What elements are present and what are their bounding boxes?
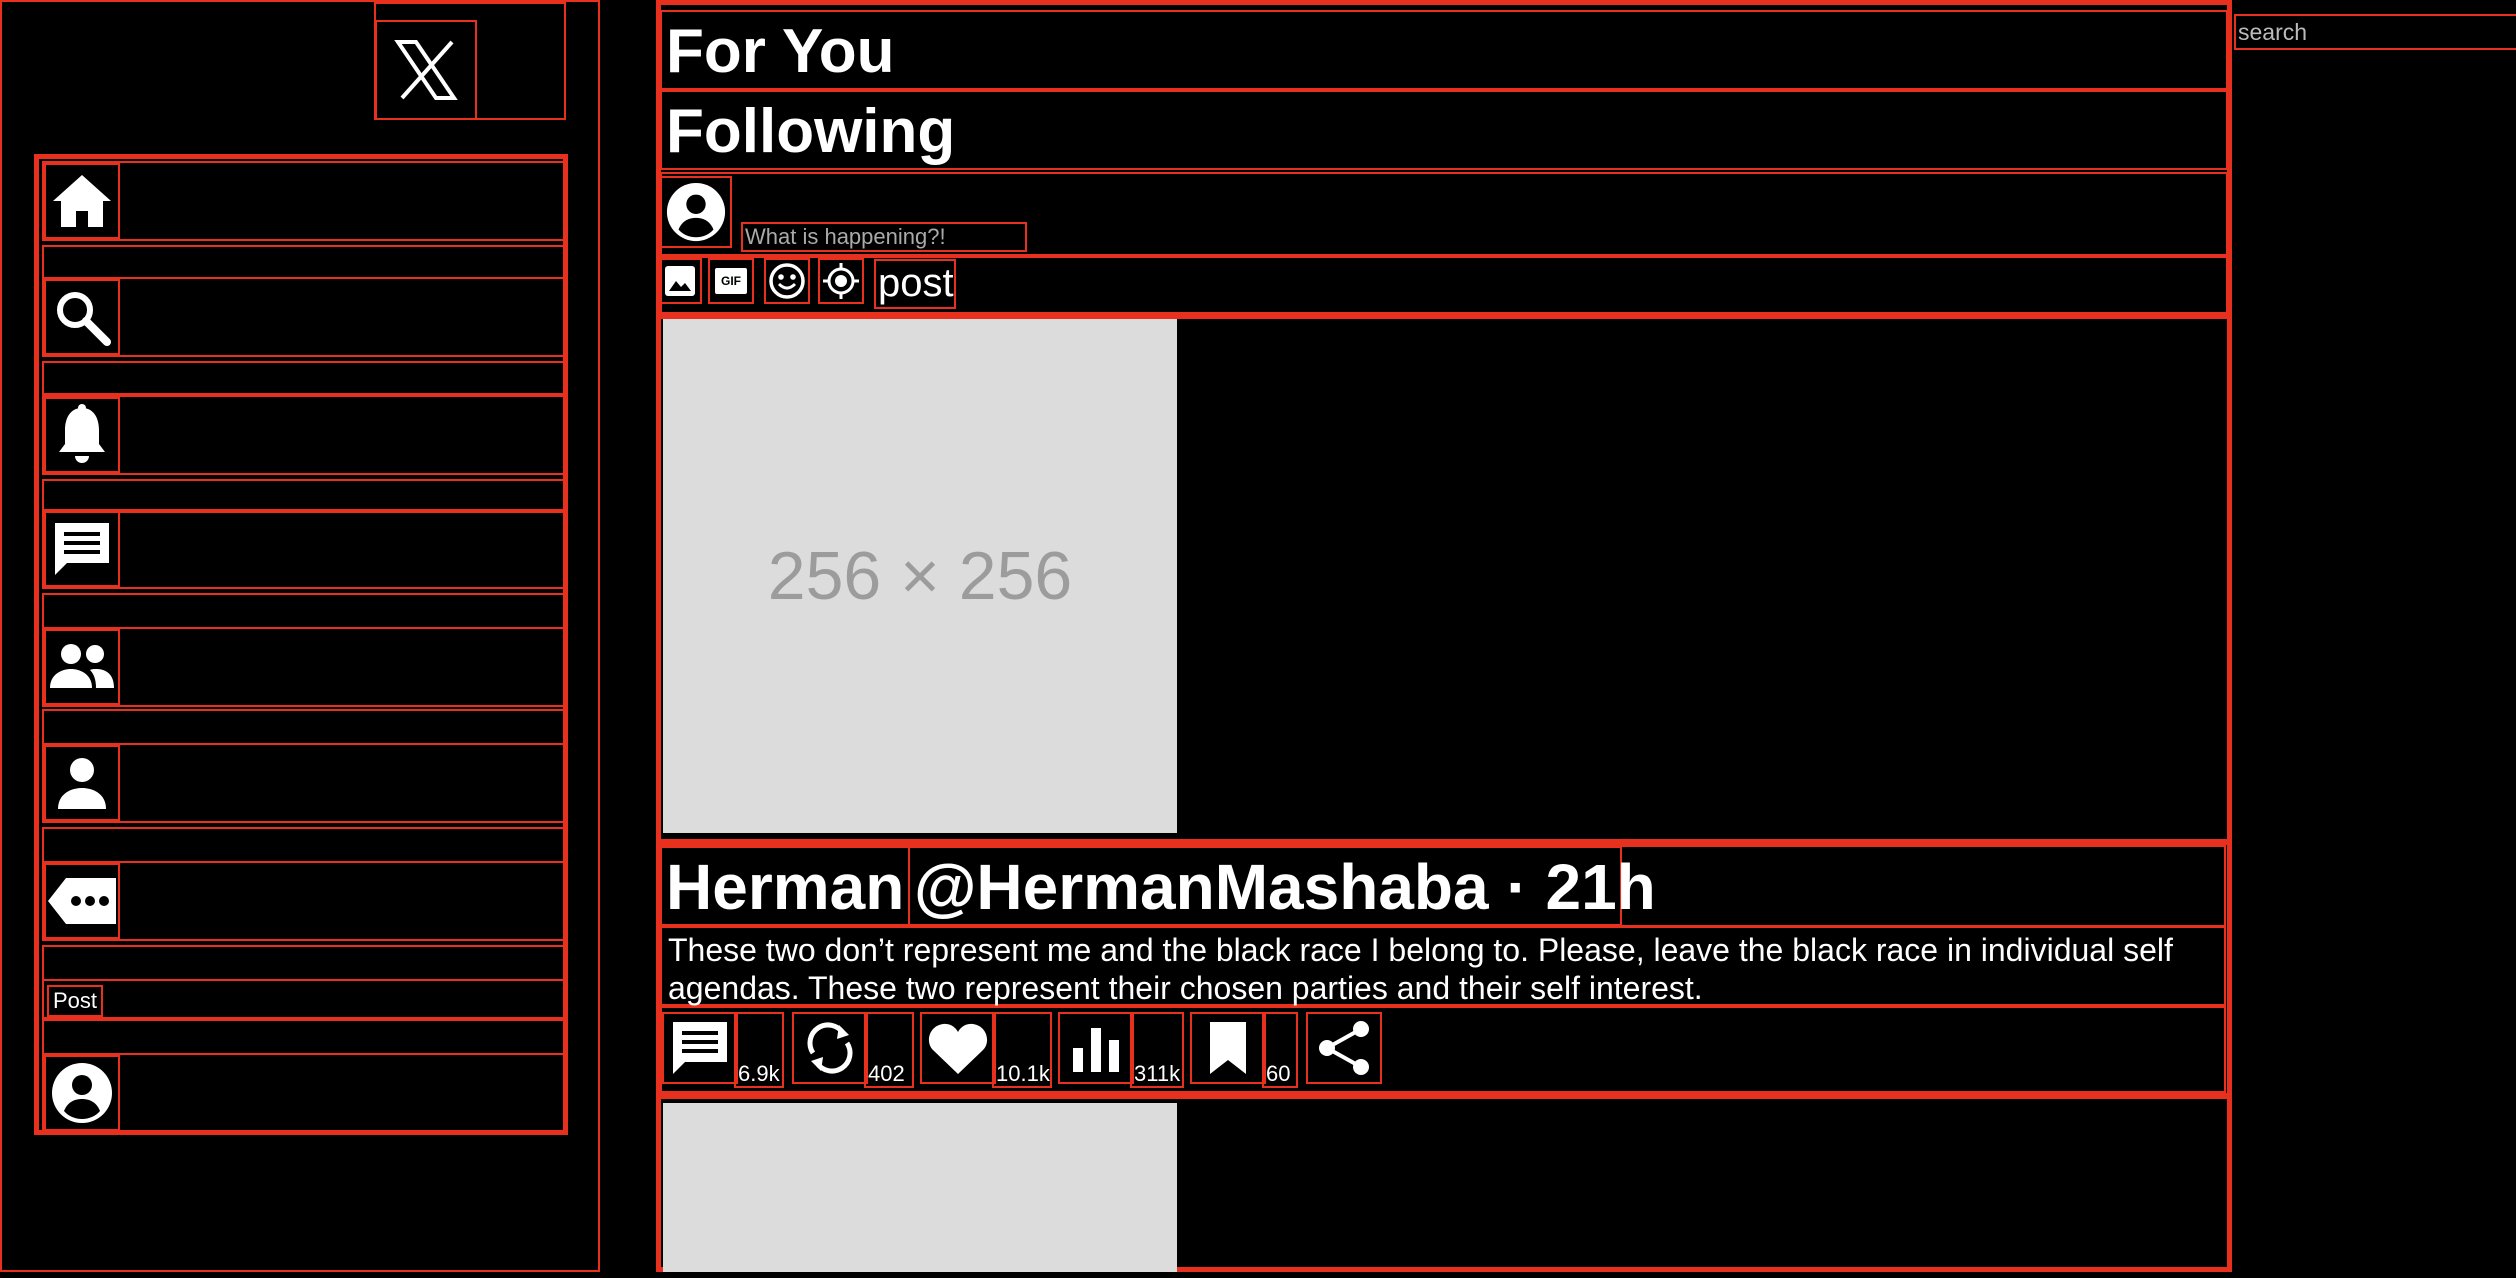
gif-label: GIF (715, 268, 747, 294)
post-image-placeholder: 256 × 256 (663, 319, 1177, 833)
nav-item-profile[interactable] (42, 743, 565, 823)
bookmark-icon[interactable] (1190, 1012, 1266, 1084)
nav-item-more[interactable] (42, 861, 565, 941)
gif-icon[interactable]: GIF (708, 258, 754, 304)
nav-spacer (42, 709, 565, 745)
post-author-name[interactable]: Herman (660, 846, 910, 926)
more-icon[interactable] (44, 863, 120, 939)
repost-icon[interactable] (792, 1012, 868, 1084)
repost-count: 402 (864, 1012, 914, 1088)
bookmark-count: 60 (1262, 1012, 1298, 1088)
tab-following[interactable]: Following (660, 90, 2228, 170)
nav-spacer (42, 593, 565, 629)
nav-spacer (42, 361, 565, 395)
nav-spacer (42, 827, 565, 863)
account-circle-icon[interactable] (44, 1055, 120, 1131)
search-input[interactable] (2234, 14, 2516, 50)
reply-icon[interactable] (662, 1012, 738, 1084)
post-image-placeholder (663, 1103, 1177, 1272)
post-handle-time[interactable]: @HermanMashaba · 21h (908, 846, 1656, 926)
home-icon[interactable] (44, 163, 120, 239)
heart-icon[interactable] (920, 1012, 996, 1084)
post-text: These two don’t represent me and the bla… (660, 926, 2226, 1006)
reply-count: 6.9k (734, 1012, 784, 1088)
view-count: 311k (1130, 1012, 1184, 1088)
sidebar-nav: Post (34, 154, 568, 1135)
nav-spacer (42, 479, 565, 513)
divider (656, 1093, 2232, 1099)
nav-item-post[interactable] (42, 979, 565, 1019)
share-icon[interactable] (1306, 1012, 1382, 1084)
nav-spacer (42, 245, 565, 279)
people-icon[interactable] (44, 629, 120, 705)
person-icon[interactable] (44, 745, 120, 821)
right-column (2232, 0, 2516, 1278)
nav-item-messages[interactable] (42, 509, 565, 589)
image-icon[interactable] (658, 258, 702, 304)
nav-item-account[interactable] (42, 1053, 565, 1133)
bell-icon[interactable] (44, 397, 120, 473)
location-icon[interactable] (818, 258, 864, 304)
search-icon[interactable] (44, 279, 120, 355)
views-icon[interactable] (1058, 1012, 1134, 1084)
nav-spacer (42, 945, 565, 981)
nav-item-notifications[interactable] (42, 395, 565, 475)
tab-for-you[interactable]: For You (660, 10, 2228, 90)
nav-item-communities[interactable] (42, 627, 565, 707)
x-logo-icon[interactable] (375, 20, 477, 120)
compose-input[interactable] (741, 222, 1027, 252)
post-nav-button[interactable]: Post (47, 985, 104, 1017)
like-count: 10.1k (992, 1012, 1052, 1088)
nav-item-home[interactable] (42, 161, 565, 241)
emoji-icon[interactable] (764, 258, 810, 304)
nav-item-explore[interactable] (42, 277, 565, 357)
nav-spacer (42, 1019, 565, 1055)
message-icon[interactable] (44, 511, 120, 587)
composer-avatar-icon (660, 176, 732, 248)
post-button[interactable]: post (874, 259, 956, 309)
